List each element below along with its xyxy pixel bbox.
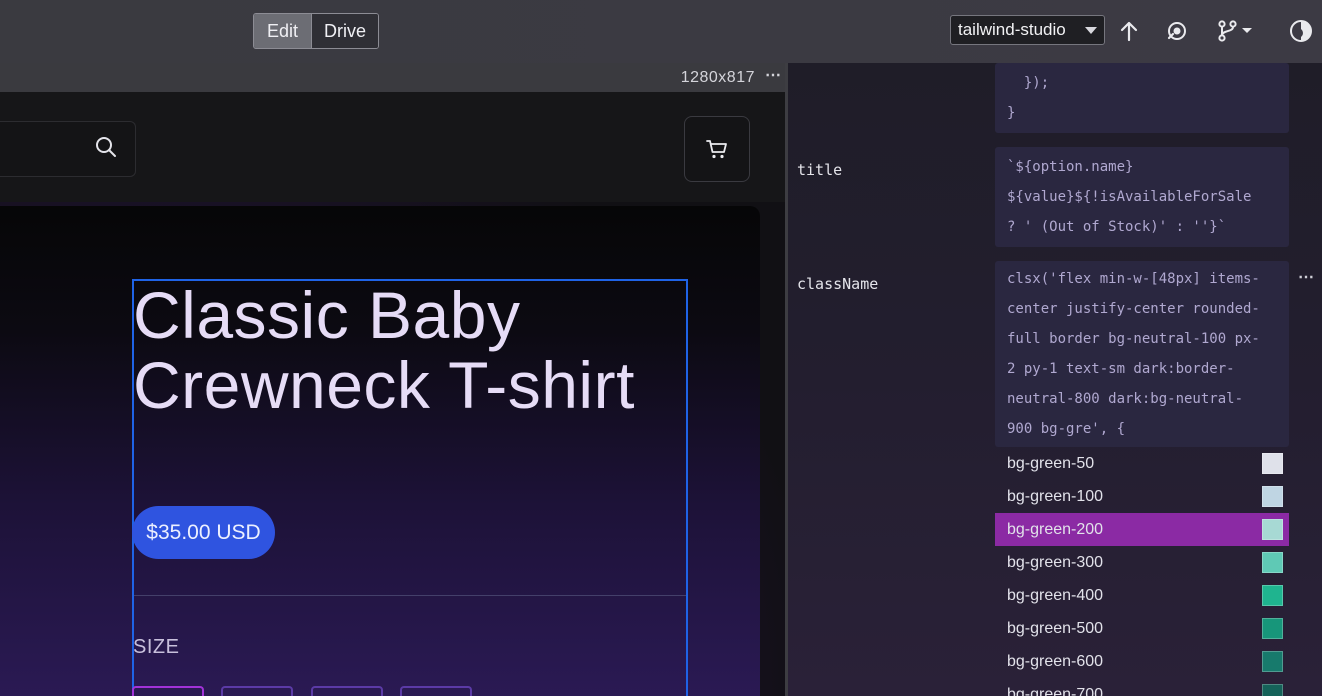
chevron-down-icon — [1085, 26, 1097, 34]
suggestion-label: bg-green-100 — [1007, 487, 1104, 505]
cart-button[interactable] — [684, 116, 750, 182]
classname-code-input[interactable]: clsx('flex min-w-[48px] items- center ju… — [995, 261, 1289, 447]
sync-icon[interactable] — [1162, 16, 1192, 46]
code-line: `${option.name} — [1007, 159, 1134, 175]
code-line: neutral-800 dark:bg-neutral- — [1007, 391, 1244, 407]
classname-more-icon[interactable]: ⋯ — [1298, 267, 1314, 287]
drive-mode-button[interactable]: Drive — [312, 14, 378, 48]
suggestion-label: bg-green-300 — [1007, 553, 1104, 571]
code-line: full border bg-neutral-100 px- — [1007, 331, 1260, 347]
code-line: 2 py-1 text-sm dark:border- — [1007, 361, 1235, 377]
code-block-previous[interactable]: }); } — [995, 63, 1289, 133]
canvas-preview[interactable]: Classic Baby Crewneck T-shirt $35.00 USD… — [0, 92, 785, 696]
size-label: SIZE — [133, 636, 180, 658]
code-line: ? ' (Out of Stock)' : ''}` — [1007, 219, 1227, 235]
arrow-up-icon[interactable] — [1114, 16, 1144, 46]
size-option[interactable] — [311, 686, 383, 696]
code-line: }); — [1007, 75, 1050, 91]
suggestion-item[interactable]: bg-green-600 — [995, 645, 1289, 678]
project-select[interactable]: tailwind-studio — [950, 15, 1105, 45]
color-swatch — [1262, 486, 1283, 507]
suggestion-item[interactable]: bg-green-50 — [995, 447, 1289, 480]
autocomplete-list: bg-green-50 bg-green-100 bg-green-200 bg… — [995, 447, 1289, 696]
divider — [134, 595, 686, 596]
color-swatch — [1262, 651, 1283, 672]
suggestion-item[interactable]: bg-green-400 — [995, 579, 1289, 612]
size-option[interactable] — [132, 686, 204, 696]
suggestion-label: bg-green-50 — [1007, 454, 1095, 472]
color-swatch — [1262, 519, 1283, 540]
cart-icon — [706, 140, 727, 159]
suggestion-item[interactable]: bg-green-500 — [995, 612, 1289, 645]
price-badge[interactable]: $35.00 USD — [132, 506, 275, 559]
canvas-more-icon[interactable]: ⋯ — [765, 65, 781, 85]
prop-label-classname: className — [797, 275, 879, 293]
canvas-size-label: 1280x817 — [680, 69, 755, 86]
color-swatch — [1262, 453, 1283, 474]
color-swatch — [1262, 585, 1283, 606]
code-line: center justify-center rounded- — [1007, 301, 1260, 317]
code-line: 900 bg-gre', { — [1007, 421, 1126, 437]
suggestion-item[interactable]: bg-green-700 — [995, 678, 1289, 696]
suggestion-label: bg-green-400 — [1007, 586, 1104, 604]
color-swatch — [1262, 684, 1283, 696]
mode-toggle: Edit Drive — [253, 13, 379, 49]
size-option[interactable] — [221, 686, 293, 696]
code-line: clsx('flex min-w-[48px] items- — [1007, 271, 1260, 287]
color-swatch — [1262, 618, 1283, 639]
project-select-label: tailwind-studio — [958, 20, 1066, 39]
suggestion-item-selected[interactable]: bg-green-200 — [995, 513, 1289, 546]
edit-mode-button[interactable]: Edit — [254, 14, 312, 48]
title-code-input[interactable]: `${option.name} ${value}${!isAvailableFo… — [995, 147, 1289, 247]
product-title[interactable]: Classic Baby Crewneck T-shirt — [133, 280, 653, 420]
top-toolbar: Edit Drive tailwind-studio — [0, 0, 1322, 63]
suggestion-item[interactable]: bg-green-300 — [995, 546, 1289, 579]
suggestion-label: bg-green-700 — [1007, 685, 1104, 696]
suggestion-label: bg-green-600 — [1007, 652, 1104, 670]
properties-panel: }); } title `${option.name} ${value}${!i… — [788, 63, 1322, 696]
theme-toggle-icon[interactable] — [1286, 16, 1316, 46]
suggestion-item[interactable]: bg-green-100 — [995, 480, 1289, 513]
code-line: ${value}${!isAvailableForSale — [1007, 189, 1252, 205]
suggestion-label: bg-green-500 — [1007, 619, 1104, 637]
search-icon[interactable] — [95, 136, 117, 163]
code-line: } — [1007, 105, 1016, 121]
size-option[interactable] — [400, 686, 472, 696]
suggestion-label: bg-green-200 — [1007, 520, 1104, 538]
branch-icon[interactable] — [1212, 16, 1262, 46]
color-swatch — [1262, 552, 1283, 573]
prop-label-title: title — [797, 161, 843, 179]
canvas-header: 1280x817 ⋯ — [0, 63, 787, 92]
